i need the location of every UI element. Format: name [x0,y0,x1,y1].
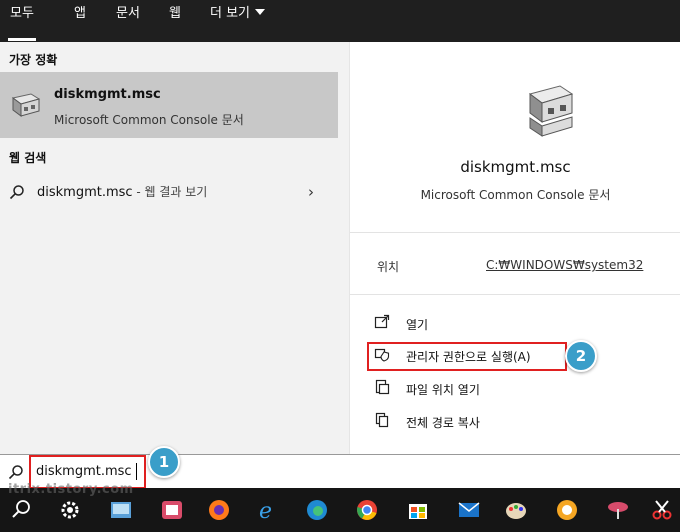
action-open-file-location-label: 파일 위치 열기 [406,383,480,397]
web-search-query: diskmgmt.msc [37,185,133,200]
best-match-subtitle: Microsoft Common Console 문서 [54,113,244,127]
open-icon [374,314,390,329]
tab-more-label: 더 보기 [210,6,251,21]
web-search-item[interactable]: diskmgmt.msc - 웹 결과 보기 › [0,176,338,206]
copy-icon [375,412,389,428]
svg-text:e: e [259,499,272,522]
tab-web[interactable]: 웹 [169,5,181,27]
location-link[interactable]: C:₩WINDOWS₩system32 [486,258,643,272]
app-icon[interactable] [109,498,133,522]
chevron-right-icon[interactable]: › [308,183,314,201]
console-file-icon [11,93,41,117]
app-icon[interactable] [555,498,579,522]
folder-icon [375,379,390,395]
divider [350,294,680,295]
highlight-box-run-as-admin [367,342,567,371]
search-filter-tabs: 모두 앱 문서 웹 더 보기 [0,0,680,42]
detail-panel: diskmgmt.msc Microsoft Common Console 문서… [349,42,680,454]
mail-icon[interactable] [457,498,481,522]
tab-more[interactable]: 더 보기 [210,5,266,27]
search-icon [9,185,24,200]
snipping-icon[interactable] [650,498,674,522]
action-copy-path[interactable]: 전체 경로 복사 [372,410,662,434]
search-icon [8,465,23,480]
firefox-icon[interactable] [207,498,231,522]
action-copy-path-label: 전체 경로 복사 [406,416,480,430]
action-open-file-location[interactable]: 파일 위치 열기 [372,377,662,401]
web-search-text: diskmgmt.msc - 웹 결과 보기 [37,183,207,200]
best-match-item[interactable]: diskmgmt.msc Microsoft Common Console 문서 [0,72,338,138]
store-icon[interactable] [406,498,430,522]
divider [350,232,680,233]
tab-all[interactable]: 모두 [8,5,36,41]
action-open-label: 열기 [406,318,429,332]
location-label: 위치 [377,260,400,274]
watermark: itrix.tistory.com [8,482,134,497]
web-search-heading: 웹 검색 [9,151,47,165]
search-icon[interactable] [9,498,33,522]
ie-icon[interactable]: e [256,498,280,522]
best-match-title: diskmgmt.msc [54,87,161,102]
detail-app-name: diskmgmt.msc [460,158,571,176]
app-icon[interactable] [606,498,630,522]
chrome-icon[interactable] [355,498,379,522]
detail-app-type: Microsoft Common Console 문서 [420,188,611,202]
tab-apps[interactable]: 앱 [74,5,86,27]
best-match-heading: 가장 정확 [9,53,58,67]
web-search-suffix: - 웹 결과 보기 [132,185,208,199]
console-file-large-icon [528,85,574,137]
edge-icon[interactable] [305,498,329,522]
step-badge-2: 2 [565,340,597,372]
results-panel: 가장 정확 diskmgmt.msc Microsoft Common Cons… [0,42,349,454]
paint-icon[interactable] [504,498,528,522]
action-open[interactable]: 열기 [372,312,662,336]
settings-icon[interactable] [58,498,82,522]
tab-documents[interactable]: 문서 [116,5,140,27]
app-icon[interactable] [160,498,184,522]
caret-down-icon [255,9,266,15]
step-badge-1: 1 [148,446,180,478]
